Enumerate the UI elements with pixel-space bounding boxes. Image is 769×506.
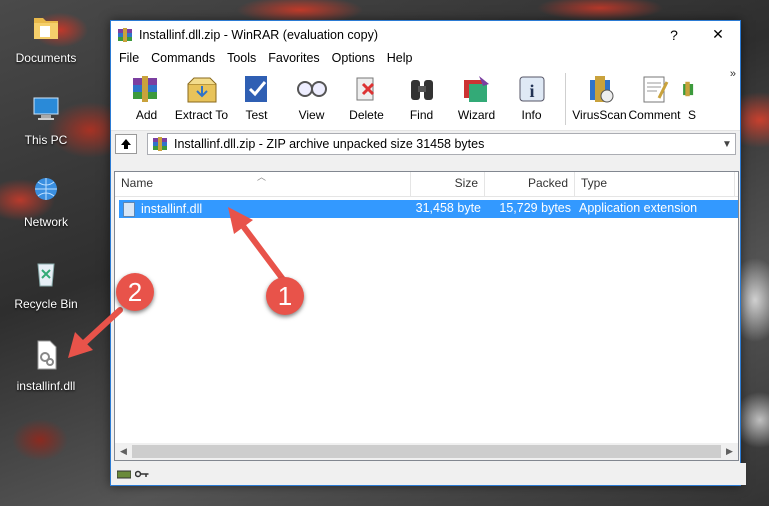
step-badge-2: 2 xyxy=(116,273,154,311)
annotation-arrows xyxy=(68,207,288,358)
arrow-1 xyxy=(228,207,288,285)
arrow-2 xyxy=(68,307,123,358)
step-badge-1: 1 xyxy=(266,277,304,315)
